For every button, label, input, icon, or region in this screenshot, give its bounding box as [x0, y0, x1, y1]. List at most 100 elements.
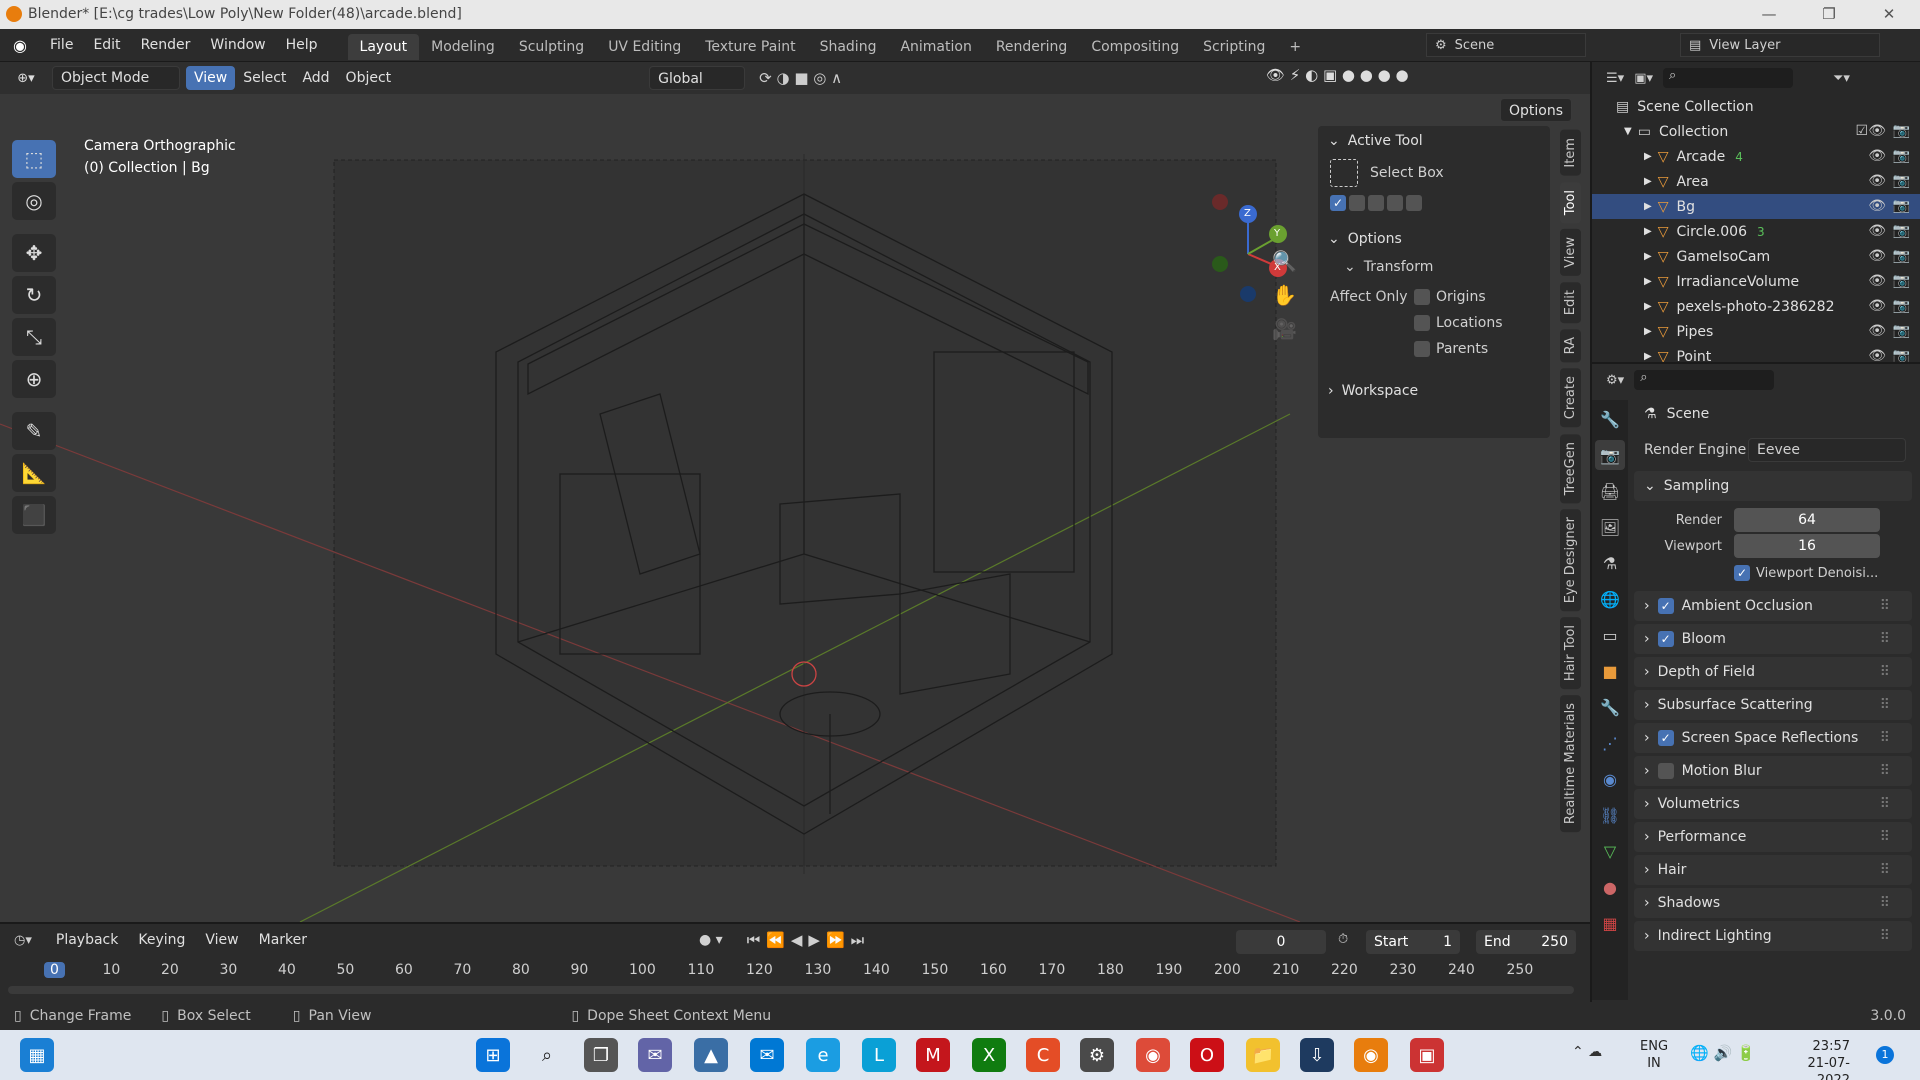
settings-icon[interactable]: ⚙	[1080, 1038, 1114, 1072]
tab-item[interactable]: Item	[1560, 130, 1581, 176]
tool-mode-subtract-icon[interactable]	[1368, 195, 1384, 211]
drag-handle-icon[interactable]: ⠿	[1880, 895, 1890, 911]
locations-checkbox[interactable]	[1414, 315, 1430, 331]
workspace-header[interactable]: › Workspace	[1318, 376, 1550, 406]
render-tab-icon[interactable]: 📷	[1595, 440, 1625, 470]
scene-collection-row[interactable]: ▤ Scene Collection	[1592, 94, 1920, 119]
app-orange-icon[interactable]: C	[1026, 1038, 1060, 1072]
expand-arrow-icon[interactable]: ▶	[1644, 151, 1652, 162]
expand-arrow-icon[interactable]: ▶	[1644, 276, 1652, 287]
close-button[interactable]: ✕	[1866, 0, 1912, 29]
texture-tab-icon[interactable]: ▦	[1595, 908, 1625, 938]
cursor-tool-icon[interactable]: ◎	[12, 182, 56, 220]
properties-search-input[interactable]: ⌕	[1634, 370, 1775, 390]
panel-enable-checkbox[interactable]	[1657, 598, 1674, 614]
edge-browser-icon[interactable]: e	[806, 1038, 840, 1072]
filter-type-icon[interactable]: ▣▾	[1634, 71, 1653, 86]
drag-handle-icon[interactable]: ⠿	[1880, 697, 1890, 713]
maximize-button[interactable]: ❐	[1806, 0, 1852, 29]
render-camera-icon[interactable]: 📷	[1893, 248, 1910, 264]
render-samples-field[interactable]: 64	[1734, 508, 1880, 532]
file-explorer-icon[interactable]: 📁	[1246, 1038, 1280, 1072]
add-menu[interactable]: Add	[294, 66, 337, 90]
constraints-tab-icon[interactable]: ⛓	[1595, 800, 1625, 830]
editor-type-icon[interactable]: ⊕▾	[0, 71, 52, 86]
menu-window[interactable]: Window	[200, 29, 275, 62]
physics-tab-icon[interactable]: ◉	[1595, 764, 1625, 794]
options-dropdown[interactable]: Options	[1500, 98, 1573, 122]
parents-checkbox[interactable]	[1414, 341, 1430, 357]
render-panel-header[interactable]: › Indirect Lighting ⠿	[1634, 921, 1912, 951]
panel-enable-checkbox[interactable]	[1657, 763, 1674, 779]
app-dark-icon[interactable]: ⇩	[1300, 1038, 1334, 1072]
tab-eye-designer[interactable]: Eye Designer	[1560, 508, 1581, 612]
tab-hair-tool[interactable]: Hair Tool	[1560, 617, 1581, 690]
scene-selector[interactable]: ⚙ Scene	[1426, 33, 1586, 57]
notification-badge[interactable]: 1	[1876, 1046, 1894, 1064]
expand-arrow-icon[interactable]: ▼	[1624, 126, 1632, 137]
transform-tool-icon[interactable]: ⊕	[12, 360, 56, 398]
scene-tab-icon[interactable]: ⚗	[1595, 548, 1625, 578]
outliner-item[interactable]: ▶ ▽ Bg 👁 📷	[1592, 194, 1920, 219]
tab-uv-editing[interactable]: UV Editing	[596, 34, 693, 60]
chrome-icon[interactable]: ◉	[1136, 1038, 1170, 1072]
render-panel-header[interactable]: › Depth of Field ⠿	[1634, 657, 1912, 687]
collection-row[interactable]: ▼ ▭ Collection ☑ 👁 📷	[1592, 119, 1920, 144]
expand-arrow-icon[interactable]: ▶	[1644, 226, 1652, 237]
rotate-tool-icon[interactable]: ↻	[12, 276, 56, 314]
network-volume-battery-icons[interactable]: 🌐 🔊 🔋	[1690, 1044, 1756, 1062]
render-panel-header[interactable]: › Performance ⠿	[1634, 822, 1912, 852]
minimize-button[interactable]: —	[1746, 0, 1792, 29]
move-tool-icon[interactable]: ✥	[12, 234, 56, 272]
drag-handle-icon[interactable]: ⠿	[1880, 928, 1890, 944]
expand-arrow-icon[interactable]: ▶	[1644, 201, 1652, 212]
view-layer-selector[interactable]: ▤ View Layer	[1680, 33, 1880, 57]
expand-arrow-icon[interactable]: ▶	[1644, 251, 1652, 262]
tab-animation[interactable]: Animation	[888, 34, 983, 60]
sampling-panel-header[interactable]: ⌄ Sampling	[1634, 471, 1912, 501]
start-menu-icon[interactable]: ⊞	[476, 1038, 510, 1072]
render-panel-header[interactable]: › Bloom ⠿	[1634, 624, 1912, 654]
object-tab-icon[interactable]: ■	[1595, 656, 1625, 686]
tab-sculpting[interactable]: Sculpting	[507, 34, 596, 60]
tab-view[interactable]: View	[1560, 228, 1581, 276]
drag-handle-icon[interactable]: ⠿	[1880, 730, 1890, 746]
app-red-icon[interactable]: ▣	[1410, 1038, 1444, 1072]
select-menu[interactable]: Select	[235, 66, 294, 90]
render-camera-icon[interactable]: 📷	[1893, 198, 1910, 214]
visibility-eye-icon[interactable]: 👁	[1868, 323, 1886, 339]
tab-edit[interactable]: Edit	[1560, 281, 1581, 323]
measure-tool-icon[interactable]: 📐	[12, 454, 56, 492]
render-camera-icon[interactable]: 📷	[1893, 298, 1910, 314]
editor-type-icon[interactable]: ⚙▾	[1606, 373, 1624, 388]
render-panel-header[interactable]: › Hair ⠿	[1634, 855, 1912, 885]
world-tab-icon[interactable]: 🌐	[1595, 584, 1625, 614]
render-camera-icon[interactable]: 📷	[1893, 173, 1910, 189]
view-menu[interactable]: View	[186, 66, 236, 90]
render-camera-icon[interactable]: 📷	[1893, 223, 1910, 239]
visibility-eye-icon[interactable]: 👁	[1868, 173, 1886, 189]
transform-header[interactable]: ⌄ Transform	[1318, 254, 1550, 280]
add-workspace-button[interactable]: +	[1277, 34, 1313, 60]
exclude-checkbox[interactable]: ☑	[1855, 123, 1868, 139]
drag-handle-icon[interactable]: ⠿	[1880, 862, 1890, 878]
outliner-item[interactable]: ▶ ▽ pexels-photo-2386282 👁 📷	[1592, 294, 1920, 319]
tab-tool[interactable]: Tool	[1560, 181, 1581, 223]
expand-arrow-icon[interactable]: ▶	[1644, 351, 1652, 362]
outliner-item[interactable]: ▶ ▽ Pipes 👁 📷	[1592, 319, 1920, 344]
menu-file[interactable]: File	[40, 29, 83, 62]
viewport-denoise-checkbox[interactable]	[1734, 565, 1750, 581]
visibility-eye-icon[interactable]: 👁	[1868, 223, 1886, 239]
tab-modeling[interactable]: Modeling	[419, 34, 507, 60]
render-panel-header[interactable]: › Motion Blur ⠿	[1634, 756, 1912, 786]
viewport-samples-field[interactable]: 16	[1734, 534, 1880, 558]
object-menu[interactable]: Object	[338, 66, 400, 90]
tab-realtime-materials[interactable]: Realtime Materials	[1560, 695, 1581, 833]
outliner-item[interactable]: ▶ ▽ Arcade 4 👁 📷	[1592, 144, 1920, 169]
menu-edit[interactable]: Edit	[83, 29, 130, 62]
visibility-eye-icon[interactable]: 👁	[1868, 298, 1886, 314]
gizmo-z-label[interactable]: Z	[1244, 208, 1251, 219]
tab-ra[interactable]: RA	[1560, 328, 1581, 363]
photos-icon[interactable]: ▲	[694, 1038, 728, 1072]
menu-render[interactable]: Render	[131, 29, 201, 62]
